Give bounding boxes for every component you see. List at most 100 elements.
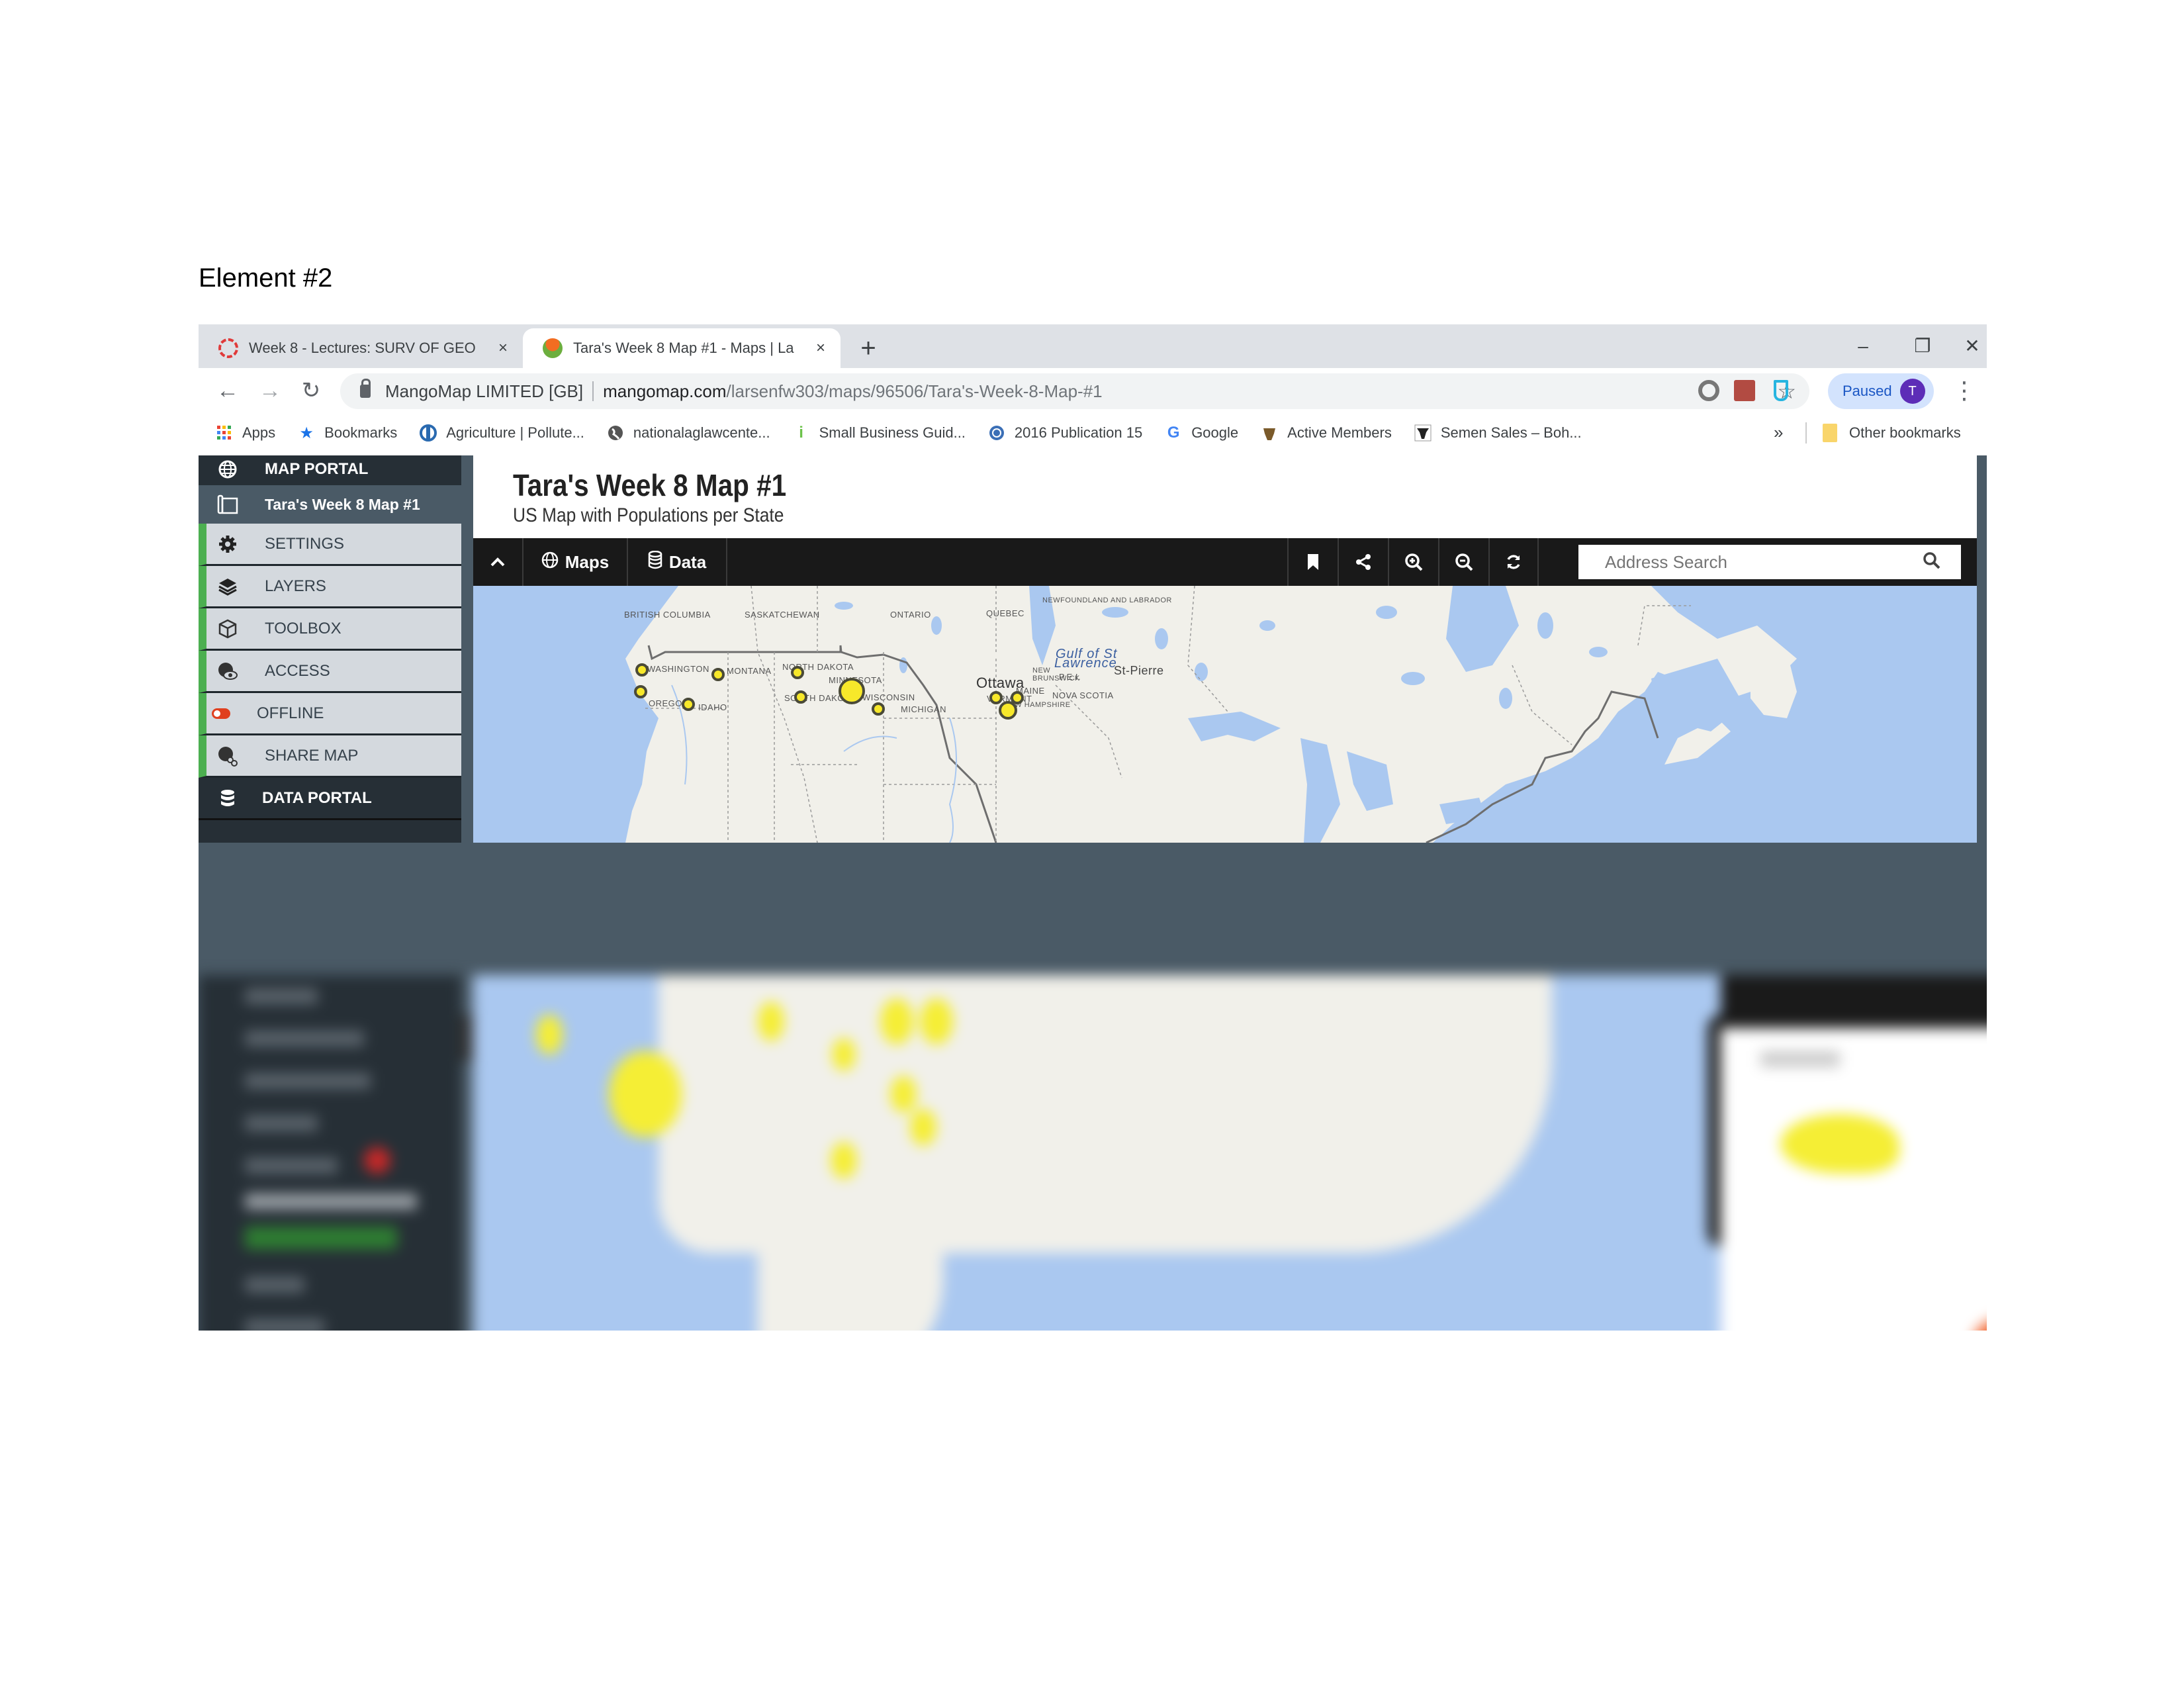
tab-maps[interactable]: Maps: [523, 538, 628, 586]
close-tab-icon[interactable]: ×: [490, 339, 516, 357]
collapse-header-button[interactable]: [473, 538, 523, 586]
sidebar-label: DATA PORTAL: [262, 788, 372, 807]
label-wisconsin: WISCONSIN: [862, 692, 915, 702]
minimize-button[interactable]: –: [1833, 330, 1893, 363]
avatar: T: [1899, 379, 1925, 404]
search-icon[interactable]: [1923, 551, 1941, 573]
bookmark-small-business[interactable]: i Small Business Guid...: [793, 424, 966, 442]
bookmarks-overflow-button[interactable]: »: [1774, 422, 1783, 443]
bookmark-publication-15[interactable]: 2016 Publication 15: [988, 424, 1142, 442]
browser-menu-icon[interactable]: ⋮: [1952, 375, 1976, 406]
population-dot-oregon[interactable]: [634, 685, 647, 698]
bookmark-label: 2016 Publication 15: [1014, 424, 1143, 441]
database-icon: [208, 789, 248, 808]
mangomap-logo-icon: [543, 338, 563, 358]
blurred-region: [199, 975, 1987, 1331]
population-dot-south-dakota[interactable]: [794, 690, 807, 704]
tab-data[interactable]: Data: [628, 538, 727, 586]
bookmark-bookmarks[interactable]: ★ Bookmarks: [298, 424, 397, 442]
map-application: Tara's Week 8 Map #1 US Map with Populat…: [473, 455, 1977, 843]
sidebar-item-offline[interactable]: OFFLINE: [199, 693, 461, 735]
close-window-button[interactable]: ✕: [1952, 330, 1987, 363]
site-org-name: MangoMap LIMITED [GB]: [385, 381, 584, 401]
other-bookmarks[interactable]: Other bookmarks: [1823, 413, 1961, 453]
toggle-off-icon[interactable]: [201, 708, 241, 720]
map-icon: [208, 494, 248, 514]
land-newfoundland: [1751, 665, 1797, 718]
lock-icon[interactable]: [360, 379, 371, 398]
page-title: Tara's Week 8 Map #1: [513, 468, 787, 502]
bookmark-nationalaglaw[interactable]: nationalaglawcente...: [607, 424, 770, 442]
profile-status: Paused: [1843, 383, 1892, 399]
map-toolbar: Maps Data: [473, 538, 1977, 586]
sidebar-label: SHARE MAP: [265, 746, 359, 765]
bookmark-label: Small Business Guid...: [819, 424, 966, 441]
population-dot-montana[interactable]: [711, 668, 725, 681]
sidebar-item-access[interactable]: ACCESS: [199, 651, 461, 693]
label-gulf-st-lawrence-2: Lawrence: [1054, 656, 1117, 671]
bookmark-google[interactable]: G Google: [1165, 424, 1238, 442]
url-host: mangomap.com: [603, 381, 727, 401]
tab-mangomap[interactable]: Tara's Week 8 Map #1 - Maps | La ×: [523, 328, 841, 368]
close-tab-icon[interactable]: ×: [807, 339, 834, 357]
zoom-out-button[interactable]: [1438, 538, 1488, 586]
refresh-button[interactable]: [1488, 538, 1539, 586]
sidebar: MAP PORTAL Tara's Week 8 Map #1 SETTINGS…: [199, 455, 461, 843]
bookmark-label: Bookmarks: [324, 424, 398, 441]
bookmark-label: Active Members: [1287, 424, 1392, 441]
sidebar-item-settings[interactable]: SETTINGS: [199, 524, 461, 566]
tab-canvas-lectures[interactable]: Week 8 - Lectures: SURV OF GEO ×: [199, 328, 523, 368]
bookmark-button[interactable]: [1287, 538, 1338, 586]
sidebar-current-map[interactable]: Tara's Week 8 Map #1: [199, 485, 461, 524]
bookmark-semen-sales[interactable]: Semen Sales – Boh...: [1414, 424, 1582, 442]
sidebar-item-toolbox[interactable]: TOOLBOX: [199, 608, 461, 651]
population-dot-washington[interactable]: [635, 663, 649, 677]
new-tab-button[interactable]: +: [854, 334, 883, 363]
label-idaho: IDAHO: [698, 702, 727, 712]
reload-button[interactable]: ↻: [295, 375, 327, 406]
population-dot-new-hampshire[interactable]: [999, 701, 1017, 720]
blurred-sidebar: [199, 975, 461, 1331]
address-toolbar: ← → ↻ MangoMap LIMITED [GB] mangomap.com…: [199, 368, 1987, 413]
profile-button[interactable]: Paused T: [1828, 373, 1934, 409]
label-michigan: MICHIGAN: [901, 704, 946, 714]
population-dot-north-dakota[interactable]: [791, 666, 804, 679]
cup-extension-icon[interactable]: [1774, 380, 1788, 401]
population-dot-wisconsin[interactable]: [872, 702, 885, 716]
label-ottawa: Ottawa: [976, 675, 1024, 691]
google-icon: G: [1167, 424, 1180, 442]
bookmark-apps[interactable]: Apps: [216, 424, 275, 442]
label-newfoundland: NEWFOUNDLAND AND LABRADOR: [1042, 596, 1172, 604]
chevron-up-icon: [490, 557, 505, 567]
population-dot-vermont[interactable]: [989, 691, 1003, 704]
url-bar[interactable]: MangoMap LIMITED [GB] mangomap.com /lars…: [340, 373, 1809, 409]
bookmark-label: Apps: [242, 424, 276, 441]
population-dot-minnesota[interactable]: [839, 678, 865, 704]
pdf-extension-icon[interactable]: [1734, 380, 1755, 401]
population-dot-idaho[interactable]: [682, 698, 695, 711]
label-quebec: QUEBEC: [986, 608, 1024, 618]
label-montana: MONTANA: [727, 666, 772, 676]
back-button[interactable]: ←: [212, 375, 244, 406]
sidebar-item-share-map[interactable]: SHARE MAP: [199, 735, 461, 778]
sidebar-data-portal[interactable]: DATA PORTAL: [199, 778, 461, 820]
opera-extension-icon[interactable]: [1698, 380, 1719, 401]
share-icon: [1356, 554, 1371, 570]
zoom-in-button[interactable]: [1388, 538, 1438, 586]
address-search-input[interactable]: [1605, 551, 1916, 573]
sidebar-map-portal[interactable]: MAP PORTAL: [199, 455, 461, 483]
sidebar-label: SETTINGS: [265, 534, 345, 553]
canvas-logo-icon: [218, 338, 238, 358]
sidebar-item-layers[interactable]: LAYERS: [199, 566, 461, 608]
sidebar-label: TOOLBOX: [265, 619, 341, 637]
restore-button[interactable]: ❐: [1893, 330, 1952, 363]
label-washington: WASHINGTON: [647, 664, 709, 674]
forward-button[interactable]: →: [254, 375, 286, 406]
bookmark-label: nationalaglawcente...: [633, 424, 770, 441]
bookmark-active-members[interactable]: Active Members: [1261, 424, 1392, 442]
page-viewport: MAP PORTAL Tara's Week 8 Map #1 SETTINGS…: [199, 455, 1987, 1331]
share-button[interactable]: [1338, 538, 1388, 586]
bookmark-agriculture[interactable]: Agriculture | Pollute...: [420, 424, 584, 442]
map-canvas[interactable]: BRITISH COLUMBIA SASKATCHEWAN ONTARIO QU…: [473, 586, 1977, 843]
sba-icon: i: [799, 424, 803, 442]
